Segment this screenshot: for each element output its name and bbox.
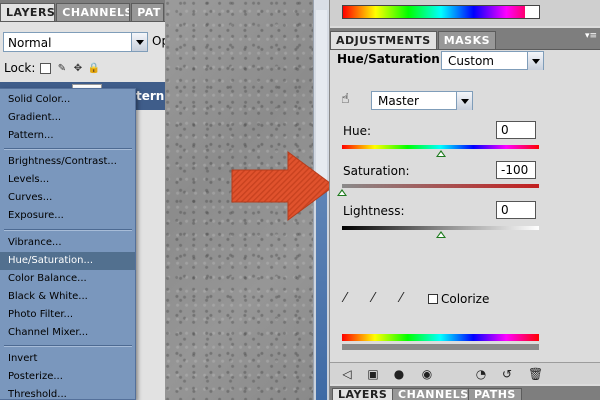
adjustments-panel: ADJUSTMENTS MASKS ▾≡ Hue/Saturation Cust… (329, 0, 600, 400)
tab-paths-bottom[interactable]: PATHS (468, 388, 522, 400)
menu-item-vibrance[interactable]: Vibrance... (0, 234, 135, 252)
blend-mode-select[interactable]: Normal (3, 32, 148, 52)
blend-mode-value: Normal (8, 36, 52, 50)
checkbox-box[interactable] (428, 294, 438, 304)
lightness-slider[interactable] (342, 226, 539, 230)
saturation-slider-thumb[interactable] (337, 189, 347, 196)
color-ramp[interactable] (342, 5, 540, 19)
menu-separator (4, 345, 132, 347)
color-swatch-bar (330, 0, 600, 26)
white-swatch[interactable] (525, 6, 539, 18)
menu-item-solid-color[interactable]: Solid Color... (0, 91, 135, 109)
hue-label: Hue: (343, 124, 372, 138)
channel-value: Master (378, 94, 419, 108)
menu-item-gradient[interactable]: Gradient... (0, 109, 135, 127)
view-previous-icon[interactable]: ◔ (474, 367, 488, 381)
menu-item-brightness-contrast[interactable]: Brightness/Contrast... (0, 153, 135, 171)
arrow-icon (231, 151, 335, 221)
preset-value: Custom (448, 54, 494, 68)
menu-item-photo-filter[interactable]: Photo Filter... (0, 306, 135, 324)
eyedropper-icon[interactable]: ⁄ (344, 292, 358, 306)
colorize-checkbox[interactable]: Colorize (428, 292, 489, 306)
menu-separator (4, 229, 132, 231)
lightness-input[interactable]: 0 (496, 201, 536, 219)
move-icon[interactable]: ✥ (72, 63, 83, 74)
menu-item-black-white[interactable]: Black & White... (0, 288, 135, 306)
menu-item-pattern[interactable]: Pattern... (0, 127, 135, 145)
adjustments-toolbar: ◁ ▣ ● ◉ ◔ ↺ 🗑 (330, 362, 600, 384)
chevron-down-icon[interactable] (527, 52, 543, 70)
lock-row: Lock: ✎ ✥ 🔒 (4, 61, 100, 75)
menu-item-hue-saturation[interactable]: Hue/Saturation... (0, 252, 135, 270)
expand-view-icon[interactable]: ▣ (366, 367, 380, 381)
output-color-bar (342, 344, 539, 350)
tab-paths[interactable]: PAT (131, 3, 164, 21)
lock-transparent-icon[interactable] (40, 62, 52, 74)
chevron-down-icon[interactable] (131, 33, 147, 51)
tab-channels-bottom[interactable]: CHANNELS (392, 388, 475, 400)
menu-item-posterize[interactable]: Posterize... (0, 368, 135, 386)
eyedropper-plus-icon[interactable]: ⁄ (372, 292, 386, 306)
lock-label: Lock: (4, 61, 36, 75)
adjustment-title: Hue/Saturation (337, 52, 440, 66)
brush-icon[interactable]: ✎ (56, 63, 67, 74)
menu-item-invert[interactable]: Invert (0, 350, 135, 368)
preset-select[interactable]: Custom (441, 51, 544, 70)
clip-layer-icon[interactable]: ● (392, 367, 406, 381)
tab-layers[interactable]: LAYERS (0, 3, 56, 21)
hue-slider[interactable] (342, 145, 539, 149)
layers-panel: LAYERS CHANNELS PAT Normal Op Lock: ✎ ✥ … (0, 0, 173, 400)
tab-channels[interactable]: CHANNELS (56, 3, 131, 21)
menu-item-exposure[interactable]: Exposure... (0, 207, 135, 225)
targeted-adjustment-icon[interactable]: ☝ (341, 92, 357, 108)
tab-layers-bottom[interactable]: LAYERS (332, 388, 394, 400)
menu-item-curves[interactable]: Curves... (0, 189, 135, 207)
menu-item-threshold[interactable]: Threshold... (0, 386, 135, 400)
tab-adjustments[interactable]: ADJUSTMENTS (330, 31, 437, 49)
adjustment-layer-menu: Solid Color... Gradient... Pattern... Br… (0, 88, 136, 400)
chevron-down-icon[interactable] (456, 92, 472, 110)
saturation-slider[interactable] (342, 184, 539, 188)
eye-icon[interactable]: ◉ (420, 367, 434, 381)
adjustments-tabbar: ADJUSTMENTS MASKS ▾≡ (330, 28, 600, 50)
hue-slider-thumb[interactable] (435, 150, 446, 157)
trash-icon[interactable]: 🗑 (528, 367, 543, 381)
panel-menu-icon[interactable]: ▾≡ (585, 31, 597, 41)
eyedropper-group: ⁄ ⁄ ⁄ (344, 292, 414, 306)
menu-item-color-balance[interactable]: Color Balance... (0, 270, 135, 288)
bottom-tabbar: LAYERS CHANNELS PATHS (330, 386, 600, 400)
tab-masks[interactable]: MASKS (437, 31, 497, 49)
colorize-label: Colorize (441, 292, 490, 306)
channel-select[interactable]: Master (371, 91, 473, 110)
lightness-label: Lightness: (343, 204, 405, 218)
back-arrow-icon[interactable]: ◁ (340, 367, 354, 381)
hue-input[interactable]: 0 (496, 121, 536, 139)
input-color-bar (342, 334, 539, 341)
saturation-input[interactable]: -100 (496, 161, 536, 179)
lock-icon[interactable]: 🔒 (88, 63, 100, 74)
eyedropper-minus-icon[interactable]: ⁄ (400, 292, 414, 306)
saturation-label: Saturation: (343, 164, 410, 178)
menu-item-levels[interactable]: Levels... (0, 171, 135, 189)
lightness-slider-thumb[interactable] (435, 231, 446, 238)
menu-separator (4, 148, 132, 150)
reset-icon[interactable]: ↺ (500, 367, 514, 381)
layers-tabbar: LAYERS CHANNELS PAT (0, 0, 165, 22)
menu-item-channel-mixer[interactable]: Channel Mixer... (0, 324, 135, 342)
